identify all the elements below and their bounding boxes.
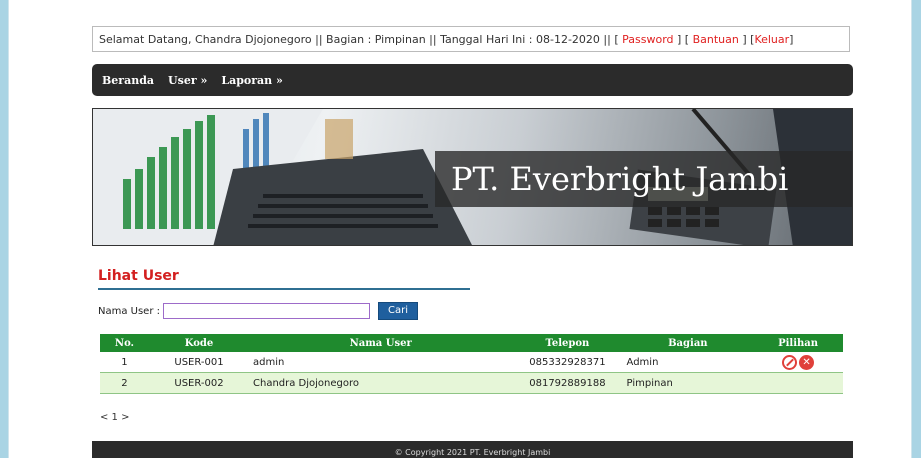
cell-kode: USER-001: [174, 356, 224, 368]
title-underline: [98, 288, 470, 290]
welcome-text: Selamat Datang, Chandra Djojonegoro || B…: [99, 33, 623, 46]
nav-item-user[interactable]: User »: [168, 74, 207, 87]
table-row: 1 USER-001 admin 085332928371 Admin ✕: [100, 352, 843, 373]
cell-no: 1: [121, 356, 128, 368]
cell-nama: admin: [253, 356, 285, 368]
cell-kode: USER-002: [148, 372, 249, 394]
bantuan-link[interactable]: Bantuan: [693, 33, 739, 46]
company-title: PT. Everbright Jambi: [435, 151, 852, 207]
cell-telepon: 085332928371: [529, 356, 606, 368]
search-form: Nama User : Cari: [98, 302, 418, 320]
nav-item-beranda[interactable]: Beranda: [102, 74, 154, 87]
nav-item-laporan[interactable]: Laporan »: [221, 74, 283, 87]
edit-icon[interactable]: [782, 354, 798, 370]
col-telepon: Telepon: [512, 334, 623, 352]
cell-telepon: 081792889188: [512, 372, 623, 394]
keluar-link[interactable]: Keluar: [754, 33, 789, 46]
separator: ]: [789, 33, 794, 46]
user-table: No. Kode Nama User Telepon Bagian Piliha…: [100, 334, 843, 394]
col-nama-user: Nama User: [249, 334, 513, 352]
col-pilihan: Pilihan: [753, 334, 843, 352]
table-row: 2 USER-002 Chandra Djojonegoro 081792889…: [100, 372, 843, 394]
col-kode: Kode: [148, 334, 249, 352]
col-bagian: Bagian: [622, 334, 754, 352]
cell-pilihan: [753, 372, 843, 394]
main-nav: Beranda User » Laporan »: [92, 64, 853, 96]
header-banner: PT. Everbright Jambi: [92, 108, 853, 246]
separator: ] [: [673, 33, 693, 46]
cell-no: 2: [100, 372, 149, 394]
main-content: Lihat User Nama User : Cari No. Kode Nam…: [92, 246, 853, 441]
cell-nama: Chandra Djojonegoro: [249, 372, 513, 394]
separator: ] [: [738, 33, 755, 46]
table-header-row: No. Kode Nama User Telepon Bagian Piliha…: [100, 334, 843, 352]
col-no: No.: [100, 334, 149, 352]
pagination[interactable]: < 1 >: [100, 412, 129, 423]
cell-bagian: Pimpinan: [622, 372, 754, 394]
search-label: Nama User :: [98, 305, 160, 317]
delete-icon[interactable]: ✕: [799, 354, 815, 370]
password-link[interactable]: Password: [622, 33, 673, 46]
search-button[interactable]: Cari: [378, 302, 418, 320]
search-input[interactable]: [163, 303, 370, 319]
page-title: Lihat User: [98, 268, 179, 284]
cell-bagian: Admin: [626, 356, 659, 368]
footer: © Copyright 2021 PT. Everbright Jambi: [92, 441, 853, 458]
welcome-bar: Selamat Datang, Chandra Djojonegoro || B…: [92, 26, 850, 52]
cell-pilihan: ✕: [753, 352, 843, 373]
